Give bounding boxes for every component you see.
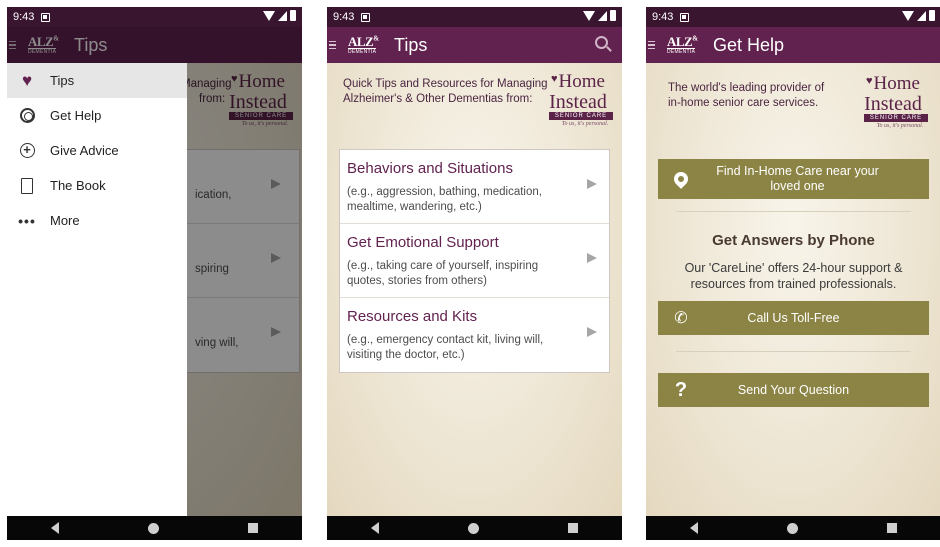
call-label: Call Us Toll-Free: [747, 310, 840, 325]
home-instead-logo: ♥Home Instead SENIOR CARE To us, it's pe…: [539, 72, 617, 127]
system-nav-bar: [646, 516, 940, 540]
drawer-item-label: The Book: [50, 178, 106, 193]
heart-icon: ♥: [21, 71, 33, 90]
home-icon[interactable]: [147, 522, 159, 534]
home-icon[interactable]: [467, 522, 479, 534]
phone-section-heading: Get Answers by Phone: [712, 232, 875, 249]
notification-icon: [41, 12, 51, 22]
list-item[interactable]: Resources and Kits (e.g., emergency cont…: [340, 298, 609, 372]
question-mark-icon: ?: [674, 378, 688, 401]
battery-icon: [929, 10, 935, 21]
call-toll-free-button[interactable]: ✆ Call Us Toll-Free: [658, 301, 929, 335]
phone-icon: ✆: [674, 309, 688, 327]
content-background: The world's leading provider of in-home …: [646, 63, 940, 516]
back-icon[interactable]: [371, 522, 380, 534]
signal-icon: [598, 10, 607, 21]
signal-icon: [278, 10, 287, 21]
battery-icon: [290, 10, 296, 21]
alz-dementia-logo: ALZ& DEMENTIA: [348, 34, 379, 55]
wifi-icon: [902, 10, 914, 21]
drawer-item-give-advice[interactable]: + Give Advice: [7, 133, 187, 168]
back-icon[interactable]: [51, 522, 60, 534]
tip-description: (e.g., emergency contact kit, living wil…: [347, 334, 544, 361]
search-icon[interactable]: [595, 36, 608, 49]
list-item[interactable]: Behaviors and Situations (e.g., aggressi…: [340, 150, 609, 224]
location-pin-icon: [671, 169, 691, 189]
status-time: 9:43: [652, 11, 674, 23]
system-nav-bar: [7, 516, 302, 540]
screenshot-collage: 9:43 ALZ& DEMENTIA Tips Managing from: ♥…: [0, 0, 940, 547]
find-care-button[interactable]: Find In-Home Care near your loved one: [658, 159, 929, 199]
tips-list-card: Behaviors and Situations (e.g., aggressi…: [339, 149, 610, 373]
drawer-item-more[interactable]: ••• More: [7, 203, 187, 238]
chevron-right-icon: [587, 179, 597, 189]
list-item[interactable]: Get Emotional Support (e.g., taking care…: [340, 224, 609, 298]
phone-screen-get-help: 9:43 ALZ& DEMENTIA Get Help The world's …: [646, 7, 940, 540]
wifi-icon: [263, 10, 275, 21]
send-question-label: Send Your Question: [737, 382, 850, 397]
app-bar: ALZ& DEMENTIA Get Help: [646, 27, 940, 63]
divider: [676, 351, 911, 352]
notification-icon: [361, 12, 371, 22]
page-title: Get Help: [713, 34, 785, 55]
book-icon: [18, 177, 36, 195]
phone-screen-drawer: 9:43 ALZ& DEMENTIA Tips Managing from: ♥…: [7, 7, 302, 540]
more-icon: •••: [18, 212, 36, 229]
phone-screen-tips: 9:43 ALZ& DEMENTIA Tips Quick Tips and R…: [327, 7, 622, 540]
drawer-item-label: More: [50, 213, 80, 228]
home-icon[interactable]: [786, 522, 798, 534]
status-bar: 9:43: [327, 7, 622, 27]
navigation-drawer: ♥ Tips Get Help + Give Advice The Book •…: [7, 63, 187, 516]
drawer-item-get-help[interactable]: Get Help: [7, 98, 187, 133]
signal-icon: [917, 10, 926, 21]
status-bar: 9:43: [646, 7, 940, 27]
intro-text: The world's leading provider of in-home …: [668, 82, 825, 109]
content-background: Quick Tips and Resources for Managing Al…: [327, 63, 622, 516]
menu-icon[interactable]: [329, 40, 336, 50]
battery-icon: [610, 10, 616, 21]
chevron-right-icon: [587, 253, 597, 263]
drawer-item-tips[interactable]: ♥ Tips: [7, 63, 187, 98]
intro-text: Quick Tips and Resources for Managing Al…: [343, 78, 548, 105]
tip-title: Get Emotional Support: [347, 234, 499, 251]
recents-icon[interactable]: [247, 523, 258, 533]
tip-title: Behaviors and Situations: [347, 160, 513, 177]
home-instead-logo: ♥Home Instead SENIOR CARE To us, it's pe…: [854, 74, 932, 129]
back-icon[interactable]: [690, 522, 699, 534]
system-nav-bar: [327, 516, 622, 540]
notification-icon: [680, 12, 690, 22]
send-question-button[interactable]: ? Send Your Question: [658, 373, 929, 407]
chevron-right-icon: [587, 327, 597, 337]
status-time: 9:43: [333, 11, 355, 23]
alz-dementia-logo: ALZ& DEMENTIA: [667, 34, 698, 55]
drawer-item-label: Give Advice: [50, 143, 119, 158]
status-bar: 9:43: [7, 7, 302, 27]
divider: [676, 211, 911, 212]
drawer-item-the-book[interactable]: The Book: [7, 168, 187, 203]
advice-icon: +: [18, 142, 36, 160]
drawer-item-label: Tips: [50, 73, 75, 88]
status-time: 9:43: [13, 11, 35, 23]
menu-icon[interactable]: [648, 40, 655, 50]
drawer-item-label: Get Help: [50, 108, 102, 123]
tip-description: (e.g., taking care of yourself, inspirin…: [347, 260, 539, 287]
phone-section-description: Our 'CareLine' offers 24-hour support & …: [684, 261, 903, 291]
recents-icon[interactable]: [567, 523, 578, 533]
lifebuoy-icon: [18, 107, 36, 125]
tip-description: (e.g., aggression, bathing, medication, …: [347, 186, 542, 213]
app-bar: ALZ& DEMENTIA Tips: [327, 27, 622, 63]
recents-icon[interactable]: [886, 523, 897, 533]
tip-title: Resources and Kits: [347, 308, 478, 325]
wifi-icon: [583, 10, 595, 21]
page-title: Tips: [394, 34, 428, 55]
find-care-label: Find In-Home Care near your loved one: [716, 164, 879, 193]
